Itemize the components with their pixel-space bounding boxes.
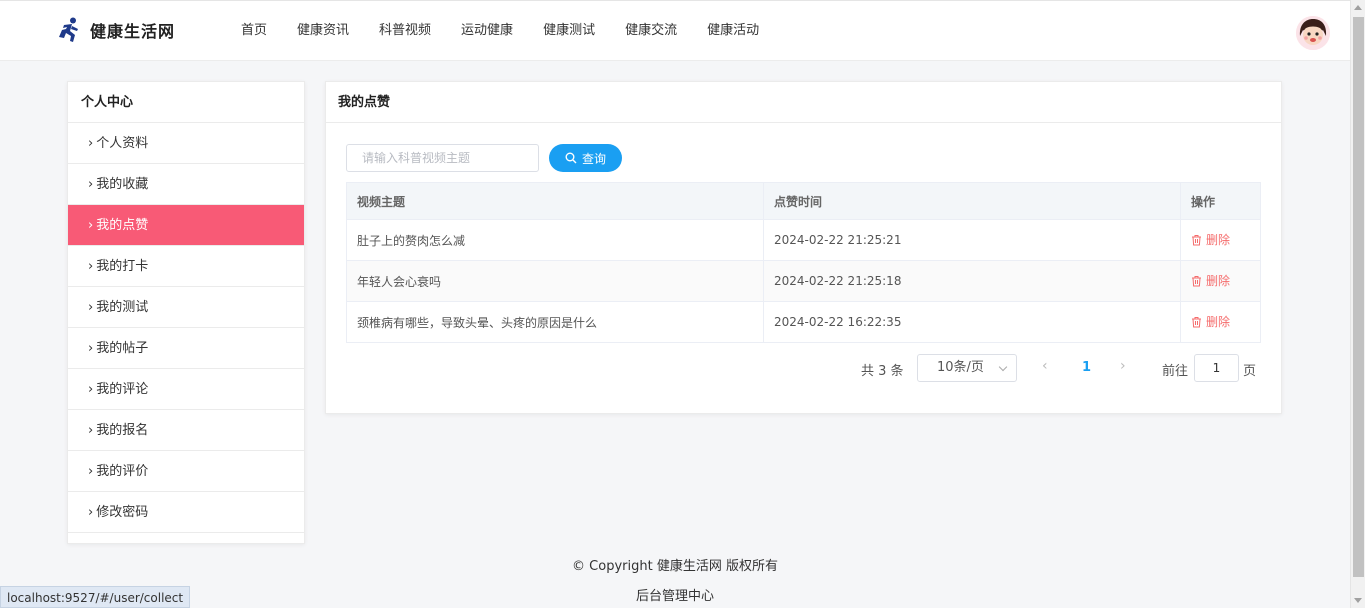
cell-topic[interactable]: 肚子上的赘肉怎么减 [346, 219, 764, 261]
sidebar-title: 个人中心 [68, 82, 304, 123]
nav-item-health-events[interactable]: 健康活动 [692, 21, 774, 41]
goto-label: 前往 [1162, 364, 1189, 379]
delete-button[interactable]: 删除 [1191, 272, 1230, 289]
scroll-up-arrow-icon[interactable] [1354, 5, 1362, 10]
column-header-topic: 视频主题 [346, 182, 764, 220]
trash-icon [1192, 316, 1201, 328]
search-button-label: 查询 [581, 151, 606, 166]
table-row: 肚子上的赘肉怎么减 2024-02-22 21:25:21 删除 [346, 219, 1261, 261]
prev-page-button[interactable]: ‹ [1042, 358, 1048, 374]
chevron-right-icon: › [88, 218, 94, 233]
footer-copyright: © Copyright 健康生活网 版权所有 [572, 559, 778, 574]
nav-item-home[interactable]: 首页 [226, 21, 282, 41]
sidebar-item-likes[interactable]: › 我的点赞 [68, 205, 304, 246]
sidebar-item-checkins[interactable]: › 我的打卡 [68, 246, 304, 287]
browser-status-url: localhost:9527/#/user/collect [0, 586, 191, 608]
page-scrollbar[interactable] [1350, 0, 1365, 608]
chevron-right-icon: › [88, 505, 94, 520]
admin-center-link[interactable]: 后台管理中心 [0, 585, 1350, 604]
cell-topic[interactable]: 年轻人会心衰吗 [346, 260, 764, 302]
delete-label: 删除 [1206, 274, 1231, 289]
nav-item-health-test[interactable]: 健康测试 [528, 21, 610, 41]
sidebar-item-label: 我的测试 [96, 300, 149, 315]
chevron-right-icon: › [88, 464, 94, 479]
chevron-down-icon [998, 362, 1008, 372]
sidebar-item-label: 我的收藏 [96, 177, 149, 192]
sidebar-item-label: 修改密码 [96, 505, 149, 520]
cell-action: 删除 [1180, 301, 1261, 343]
runner-icon [59, 17, 78, 42]
goto-suffix: 页 [1243, 364, 1257, 379]
cell-time: 2024-02-22 21:25:21 [763, 219, 1181, 261]
user-center-sidebar: 个人中心 › 个人资料 › 我的收藏 › 我的点赞 › 我的打卡 › 我的测试 › 我的帖子… [67, 81, 305, 544]
cell-time: 2024-02-22 21:25:18 [763, 260, 1181, 302]
scroll-down-arrow-icon[interactable] [1354, 598, 1362, 603]
sidebar-item-profile[interactable]: › 个人资料 [68, 123, 304, 164]
cell-topic[interactable]: 颈椎病有哪些，导致头晕、头疼的原因是什么 [346, 301, 764, 343]
main-nav: 首页 健康资讯 科普视频 运动健康 健康测试 健康交流 健康活动 [226, 21, 774, 41]
delete-label: 删除 [1206, 315, 1231, 330]
page-size-value: 10条/页 [937, 360, 984, 375]
sidebar-item-comments[interactable]: › 我的评论 [68, 369, 304, 410]
likes-panel: 我的点赞 查询 视频主题 点赞时间 操作 肚子上的赘肉怎么减 2024-02-2… [325, 81, 1282, 414]
trash-icon [1192, 275, 1201, 287]
sidebar-item-label: 我的打卡 [96, 259, 149, 274]
sidebar-item-registrations[interactable]: › 我的报名 [68, 410, 304, 451]
sidebar-item-favorites[interactable]: › 我的收藏 [68, 164, 304, 205]
nav-item-health-forum[interactable]: 健康交流 [610, 21, 692, 41]
table-row: 颈椎病有哪些，导致头晕、头疼的原因是什么 2024-02-22 16:22:35… [346, 301, 1261, 343]
chevron-right-icon: › [88, 177, 94, 192]
trash-icon [1192, 234, 1201, 246]
sidebar-item-reviews[interactable]: › 我的评价 [68, 451, 304, 492]
chevron-right-icon: › [88, 423, 94, 438]
chevron-right-icon: › [88, 341, 94, 356]
sidebar-item-label: 我的评论 [96, 382, 149, 397]
search-input[interactable] [346, 144, 539, 172]
sidebar-item-change-password[interactable]: › 修改密码 [68, 492, 304, 533]
chevron-right-icon: › [88, 136, 94, 151]
nav-item-health-news[interactable]: 健康资讯 [282, 21, 364, 41]
goto-page-input[interactable] [1194, 354, 1239, 382]
top-header: 健康生活网 首页 健康资讯 科普视频 运动健康 健康测试 健康交流 健康活动 [0, 0, 1350, 61]
pagination: 共 3 条 10条/页 ‹ 1 › 前往 页 [326, 354, 1283, 382]
sidebar-item-label: 我的帖子 [96, 341, 149, 356]
cell-action: 删除 [1180, 219, 1261, 261]
next-page-button[interactable]: › [1120, 358, 1126, 374]
delete-button[interactable]: 删除 [1191, 313, 1230, 330]
site-logo[interactable]: 健康生活网 [58, 17, 175, 43]
likes-table: 视频主题 点赞时间 操作 肚子上的赘肉怎么减 2024-02-22 21:25:… [346, 182, 1261, 343]
search-button[interactable]: 查询 [549, 144, 622, 172]
column-header-action: 操作 [1180, 182, 1261, 220]
chevron-right-icon: › [88, 382, 94, 397]
sidebar-item-label: 我的报名 [96, 423, 149, 438]
panel-title: 我的点赞 [326, 82, 1281, 123]
total-count: 共 3 条 [861, 364, 904, 379]
delete-label: 删除 [1206, 233, 1231, 248]
cell-time: 2024-02-22 16:22:35 [763, 301, 1181, 343]
nav-item-science-videos[interactable]: 科普视频 [364, 21, 446, 41]
scrollbar-thumb[interactable] [1353, 17, 1364, 577]
chevron-right-icon: › [88, 300, 94, 315]
delete-button[interactable]: 删除 [1191, 231, 1230, 248]
sidebar-item-posts[interactable]: › 我的帖子 [68, 328, 304, 369]
table-row: 年轻人会心衰吗 2024-02-22 21:25:18 删除 [346, 260, 1261, 302]
nav-item-exercise[interactable]: 运动健康 [446, 21, 528, 41]
page-number-current[interactable]: 1 [1082, 360, 1091, 375]
chevron-right-icon: › [88, 259, 94, 274]
site-name: 健康生活网 [90, 22, 176, 41]
column-header-time: 点赞时间 [763, 182, 1181, 220]
avatar-image [1296, 16, 1330, 50]
user-avatar[interactable] [1296, 16, 1330, 50]
sidebar-item-tests[interactable]: › 我的测试 [68, 287, 304, 328]
cell-action: 删除 [1180, 260, 1261, 302]
sidebar-item-label: 我的评价 [96, 464, 149, 479]
search-icon [565, 152, 577, 164]
sidebar-item-label: 我的点赞 [96, 218, 149, 233]
page-size-select[interactable]: 10条/页 [917, 354, 1017, 382]
sidebar-item-label: 个人资料 [96, 136, 149, 151]
table-header-row: 视频主题 点赞时间 操作 [346, 182, 1261, 220]
